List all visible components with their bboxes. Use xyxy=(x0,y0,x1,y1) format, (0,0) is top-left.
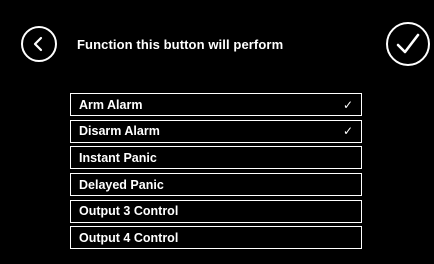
option-instant-panic[interactable]: Instant Panic xyxy=(70,146,362,170)
option-label: Output 4 Control xyxy=(79,230,179,245)
option-delayed-panic[interactable]: Delayed Panic xyxy=(70,173,362,197)
check-icon: ✓ xyxy=(342,97,353,112)
option-output-3-control[interactable]: Output 3 Control xyxy=(70,199,362,223)
option-label: Delayed Panic xyxy=(79,177,164,192)
chevron-left-icon xyxy=(33,36,43,52)
check-icon: ✓ xyxy=(342,124,353,139)
option-output-4-control[interactable]: Output 4 Control xyxy=(70,226,362,250)
checkmark-icon xyxy=(396,33,420,54)
option-label: Instant Panic xyxy=(79,150,157,165)
option-label: Arm Alarm xyxy=(79,97,143,112)
option-arm-alarm[interactable]: Arm Alarm ✓ xyxy=(70,93,362,116)
confirm-button[interactable] xyxy=(386,22,430,66)
function-options-list: Arm Alarm ✓ Disarm Alarm ✓ Instant Panic… xyxy=(70,93,362,253)
option-label: Disarm Alarm xyxy=(79,124,160,139)
option-disarm-alarm[interactable]: Disarm Alarm ✓ xyxy=(70,119,362,143)
page-title: Function this button will perform xyxy=(77,37,284,52)
back-button[interactable] xyxy=(21,26,57,62)
option-label: Output 3 Control xyxy=(79,204,179,219)
